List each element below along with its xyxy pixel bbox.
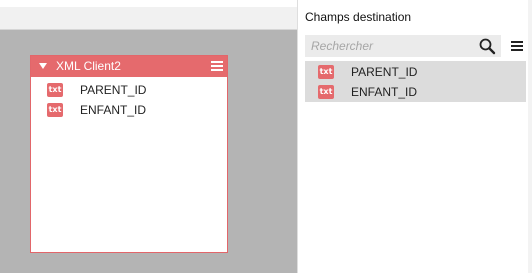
destination-menu-icon[interactable] [511, 41, 523, 51]
source-field-label: ENFANT_ID [80, 103, 147, 117]
source-table-box[interactable]: XML Client2 txt PARENT_ID txt ENFANT_ID [30, 55, 228, 253]
source-field-label: PARENT_ID [80, 83, 147, 97]
destination-field-row[interactable]: txt PARENT_ID [318, 64, 417, 80]
source-table-menu-icon[interactable] [211, 61, 223, 71]
txt-type-icon: txt [47, 103, 63, 117]
source-table-header[interactable]: XML Client2 [31, 56, 227, 77]
panel-right-edge [528, 0, 532, 273]
canvas-toolbar [0, 0, 297, 30]
source-field-row[interactable]: txt ENFANT_ID [47, 102, 146, 118]
txt-type-icon: txt [47, 83, 63, 97]
mapping-canvas[interactable]: XML Client2 txt PARENT_ID txt ENFANT_ID [0, 0, 297, 273]
destination-field-label: PARENT_ID [351, 65, 418, 79]
destination-field-row[interactable]: txt ENFANT_ID [318, 84, 417, 100]
txt-type-icon: txt [318, 65, 334, 79]
canvas-toolbar-strip [0, 0, 297, 7]
search-bar [305, 35, 501, 57]
source-field-row[interactable]: txt PARENT_ID [47, 82, 146, 98]
destination-field-list: txt PARENT_ID txt ENFANT_ID [305, 61, 526, 102]
search-icon[interactable] [478, 37, 496, 55]
collapse-triangle-down-icon[interactable] [39, 63, 47, 69]
txt-type-icon: txt [318, 85, 334, 99]
destination-field-label: ENFANT_ID [351, 85, 418, 99]
search-input[interactable] [305, 35, 475, 57]
destination-fields-panel: Champs destination txt PARENT_ID txt ENF… [297, 0, 532, 273]
destination-panel-title: Champs destination [305, 10, 412, 24]
source-table-title: XML Client2 [56, 59, 121, 73]
